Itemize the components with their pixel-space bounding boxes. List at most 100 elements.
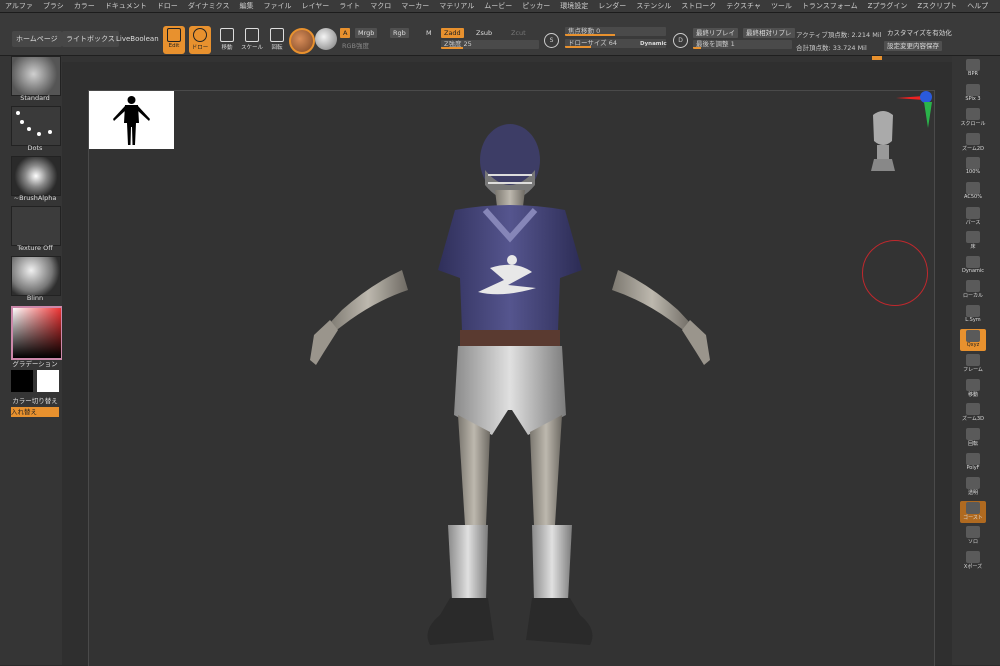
- menu-item[interactable]: ステンシル: [631, 0, 676, 12]
- menu-item[interactable]: トランスフォーム: [797, 0, 863, 12]
- menu-item[interactable]: ピッカー: [517, 0, 555, 12]
- xpose-button[interactable]: Xポーズ: [960, 550, 986, 572]
- scale-tool-button[interactable]: スケール: [241, 26, 263, 54]
- dynamic-icon: [966, 255, 980, 268]
- rgb-toggle[interactable]: Rgb: [390, 28, 409, 38]
- ac50-button[interactable]: AC50%: [960, 181, 986, 203]
- brush-thumbnail[interactable]: [11, 56, 61, 96]
- menu-item[interactable]: レイヤー: [296, 0, 334, 12]
- bpr-button[interactable]: BPR: [960, 58, 986, 80]
- menu-item[interactable]: ヘルプ: [962, 0, 993, 12]
- menu-item[interactable]: ムービー: [479, 0, 517, 12]
- dynamic-button[interactable]: Dynamic: [960, 255, 986, 277]
- frame-button[interactable]: フレーム: [960, 353, 986, 375]
- switch-color-label[interactable]: カラー切り替え: [11, 395, 59, 405]
- gradient-label[interactable]: グラデーション: [11, 358, 59, 368]
- zsub-toggle[interactable]: Zsub: [473, 28, 495, 38]
- zcut-toggle[interactable]: Zcut: [508, 28, 529, 38]
- menu-item[interactable]: 編集: [234, 0, 258, 12]
- adjust-last-slider[interactable]: 最後を調整 1: [693, 40, 792, 49]
- d-circle-icon[interactable]: D: [673, 33, 688, 48]
- character-model[interactable]: [290, 120, 730, 660]
- edit-button[interactable]: Edit: [163, 26, 185, 54]
- menu-item[interactable]: ドキュメント: [100, 0, 152, 12]
- rotate-button[interactable]: 回転: [960, 427, 986, 449]
- menu-item[interactable]: ストローク: [676, 0, 721, 12]
- floor-button[interactable]: 床: [960, 230, 986, 252]
- floor-icon: [966, 231, 980, 244]
- move-tool-button[interactable]: 移動: [216, 26, 238, 54]
- focal-shift-slider[interactable]: 焦点移動 0: [565, 27, 666, 36]
- texture-thumbnail[interactable]: [11, 206, 61, 246]
- menu-item[interactable]: カラー: [69, 0, 100, 12]
- menu-item[interactable]: ダイナミクス: [183, 0, 235, 12]
- axis-gizmo[interactable]: [894, 86, 934, 132]
- m-toggle[interactable]: M: [423, 28, 435, 38]
- lsym-icon: [966, 305, 980, 317]
- xyz-button[interactable]: Qxyz: [960, 328, 986, 351]
- a-toggle[interactable]: A: [340, 28, 351, 38]
- zoom3d-button[interactable]: ズーム3D: [960, 402, 986, 424]
- adjust-last-label: 最後を調整 1: [696, 40, 735, 48]
- menu-item[interactable]: ツール: [766, 0, 797, 12]
- menu-item[interactable]: ドロー: [152, 0, 183, 12]
- swap-color-button[interactable]: 入れ替え: [11, 407, 59, 417]
- zoom100-button[interactable]: 100%: [960, 156, 986, 178]
- enable-customize-button[interactable]: カスタマイズを有効化: [884, 28, 955, 38]
- menu-item[interactable]: Zスクリプト: [912, 0, 962, 12]
- scroll-button[interactable]: スクロール: [960, 107, 986, 129]
- s-circle-icon[interactable]: S: [544, 33, 559, 48]
- zadd-toggle[interactable]: Zadd: [441, 28, 464, 38]
- menu-item[interactable]: マクロ: [365, 0, 396, 12]
- s-swirl-icon[interactable]: [315, 28, 337, 50]
- last-relative-replay-button[interactable]: 最終相対リプレ: [743, 28, 795, 38]
- perspective-button[interactable]: パース: [960, 206, 986, 228]
- secondary-color-swatch[interactable]: [37, 370, 59, 392]
- last-replay-button[interactable]: 最終リプレイ: [693, 28, 738, 38]
- ghost-button[interactable]: ゴースト: [960, 500, 986, 523]
- transp-button[interactable]: 透明: [960, 476, 986, 498]
- dynamic-toggle[interactable]: Dynamic: [640, 41, 667, 47]
- spix-button[interactable]: SPix 3: [960, 83, 986, 105]
- menu-item[interactable]: マーカー: [396, 0, 434, 12]
- menu-item[interactable]: マテリアル: [434, 0, 479, 12]
- scroll-label: スクロール: [960, 121, 986, 128]
- solo-button[interactable]: ソロ: [960, 525, 986, 547]
- polyf-button[interactable]: PolyF: [960, 452, 986, 474]
- dynamic-label: Dynamic: [961, 267, 985, 274]
- rotate-tool-button[interactable]: 回転: [266, 26, 288, 54]
- lightbox-button[interactable]: ライトボックス: [62, 31, 119, 47]
- menu-item[interactable]: ファイル: [258, 0, 296, 12]
- rgb-intensity-slider[interactable]: RGB強度: [342, 40, 369, 50]
- lsym-button[interactable]: L.Sym: [960, 304, 986, 326]
- color-picker[interactable]: [11, 306, 63, 360]
- mrgb-toggle[interactable]: Mrgb: [355, 28, 378, 38]
- menu-item[interactable]: ライト: [334, 0, 365, 12]
- menu-item[interactable]: レンダー: [593, 0, 631, 12]
- menu-item[interactable]: 環境設定: [555, 0, 593, 12]
- scale-tool-icon: [245, 28, 259, 42]
- menu-item[interactable]: Zプラグイン: [863, 0, 913, 12]
- menu-item[interactable]: アルファ: [0, 0, 38, 12]
- brush-cursor-ring: [862, 240, 928, 306]
- main-color-swatch[interactable]: [11, 370, 33, 392]
- active-points-readout: アクティブ頂点数: 2.214 Mil: [796, 31, 882, 39]
- store-config-button[interactable]: 設定変更内容保存: [884, 41, 942, 51]
- xyz-label: Qxyz: [966, 341, 980, 348]
- z-intensity-slider[interactable]: Z強度 25: [441, 40, 539, 49]
- material-orb-icon[interactable]: [289, 28, 315, 54]
- ruler-marker: [872, 56, 882, 60]
- home-page-button[interactable]: ホームページ: [12, 31, 62, 47]
- material-thumbnail[interactable]: [11, 256, 61, 296]
- stroke-thumbnail[interactable]: [11, 106, 61, 146]
- draw-button[interactable]: ドロー: [189, 26, 211, 54]
- move-button[interactable]: 移動: [960, 378, 986, 400]
- move-tool-icon: [220, 28, 234, 42]
- alpha-thumbnail[interactable]: [11, 156, 61, 196]
- liveboolean-button[interactable]: LiveBoolean: [112, 31, 163, 47]
- menu-item[interactable]: ブラシ: [38, 0, 69, 12]
- zoom2d-button[interactable]: ズーム2D: [960, 132, 986, 154]
- transp-label: 透明: [967, 490, 978, 497]
- menu-item[interactable]: テクスチャ: [721, 0, 766, 12]
- local-button[interactable]: ローカル: [960, 279, 986, 301]
